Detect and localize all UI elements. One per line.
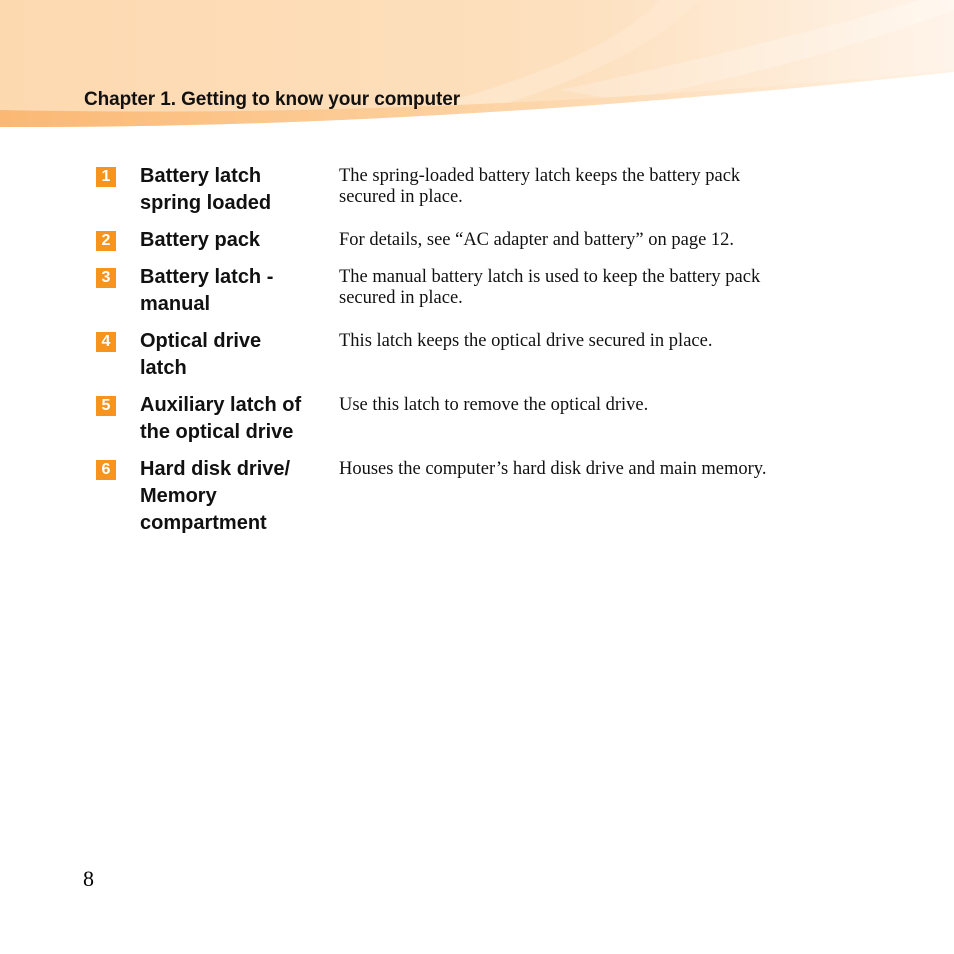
item-term: Hard disk drive/Memory compartment <box>140 456 330 537</box>
item-description-line: secured in place. <box>339 288 463 308</box>
item-description-line: The spring-loaded battery latch keeps th… <box>339 166 741 186</box>
item-description: The spring-loaded battery latch keeps th… <box>339 166 839 208</box>
item-term-line: spring loaded <box>140 192 272 214</box>
item-description: Houses the computer’s hard disk drive an… <box>339 459 839 480</box>
item-description: For details, see “AC adapter and battery… <box>339 230 839 251</box>
item-number-badge: 1 <box>96 167 116 187</box>
item-number-badge: 2 <box>96 231 116 251</box>
item-term: Battery pack <box>140 227 330 254</box>
item-term: Optical drive latch <box>140 328 330 382</box>
item-term-line: Battery pack <box>140 229 261 251</box>
item-number-badge: 3 <box>96 268 116 288</box>
item-description-line: Use this latch to remove the optical dri… <box>339 395 649 415</box>
item-term: Battery latch - manual <box>140 264 330 318</box>
chapter-title: Chapter 1. Getting to know your computer <box>84 89 461 110</box>
item-term: Auxiliary latch of the optical drive <box>140 392 330 446</box>
item-description-line: For details, see “AC adapter and battery… <box>339 230 735 250</box>
item-description-line: secured in place. <box>339 187 463 207</box>
item-description-line: The manual battery latch is used to keep… <box>339 267 761 287</box>
item-term-line: latch <box>140 357 187 379</box>
item-term-line: the optical drive <box>140 421 294 443</box>
item-term-line: Battery latch <box>140 165 262 187</box>
item-description: This latch keeps the optical drive secur… <box>339 331 839 352</box>
item-number-badge: 5 <box>96 396 116 416</box>
item-term-line: manual <box>140 293 211 315</box>
item-description: The manual battery latch is used to keep… <box>339 267 839 309</box>
page-number: 8 <box>83 866 94 891</box>
item-description-line: This latch keeps the optical drive secur… <box>339 331 713 351</box>
item-term-line: Battery latch - <box>140 266 274 288</box>
item-term: Battery latch spring loaded <box>140 163 330 217</box>
item-number-badge: 4 <box>96 332 116 352</box>
header-banner <box>0 0 954 128</box>
item-description: Use this latch to remove the optical dri… <box>339 395 839 416</box>
item-term-line: Auxiliary latch of <box>140 394 302 416</box>
item-term-line: Memory <box>140 485 217 507</box>
item-term-line: compartment <box>140 512 267 534</box>
item-number-badge: 6 <box>96 460 116 480</box>
item-description-line: Houses the computer’s hard disk drive an… <box>339 459 767 479</box>
item-term-line: Optical drive <box>140 330 262 352</box>
item-term-line: Hard disk drive/ <box>140 458 291 480</box>
